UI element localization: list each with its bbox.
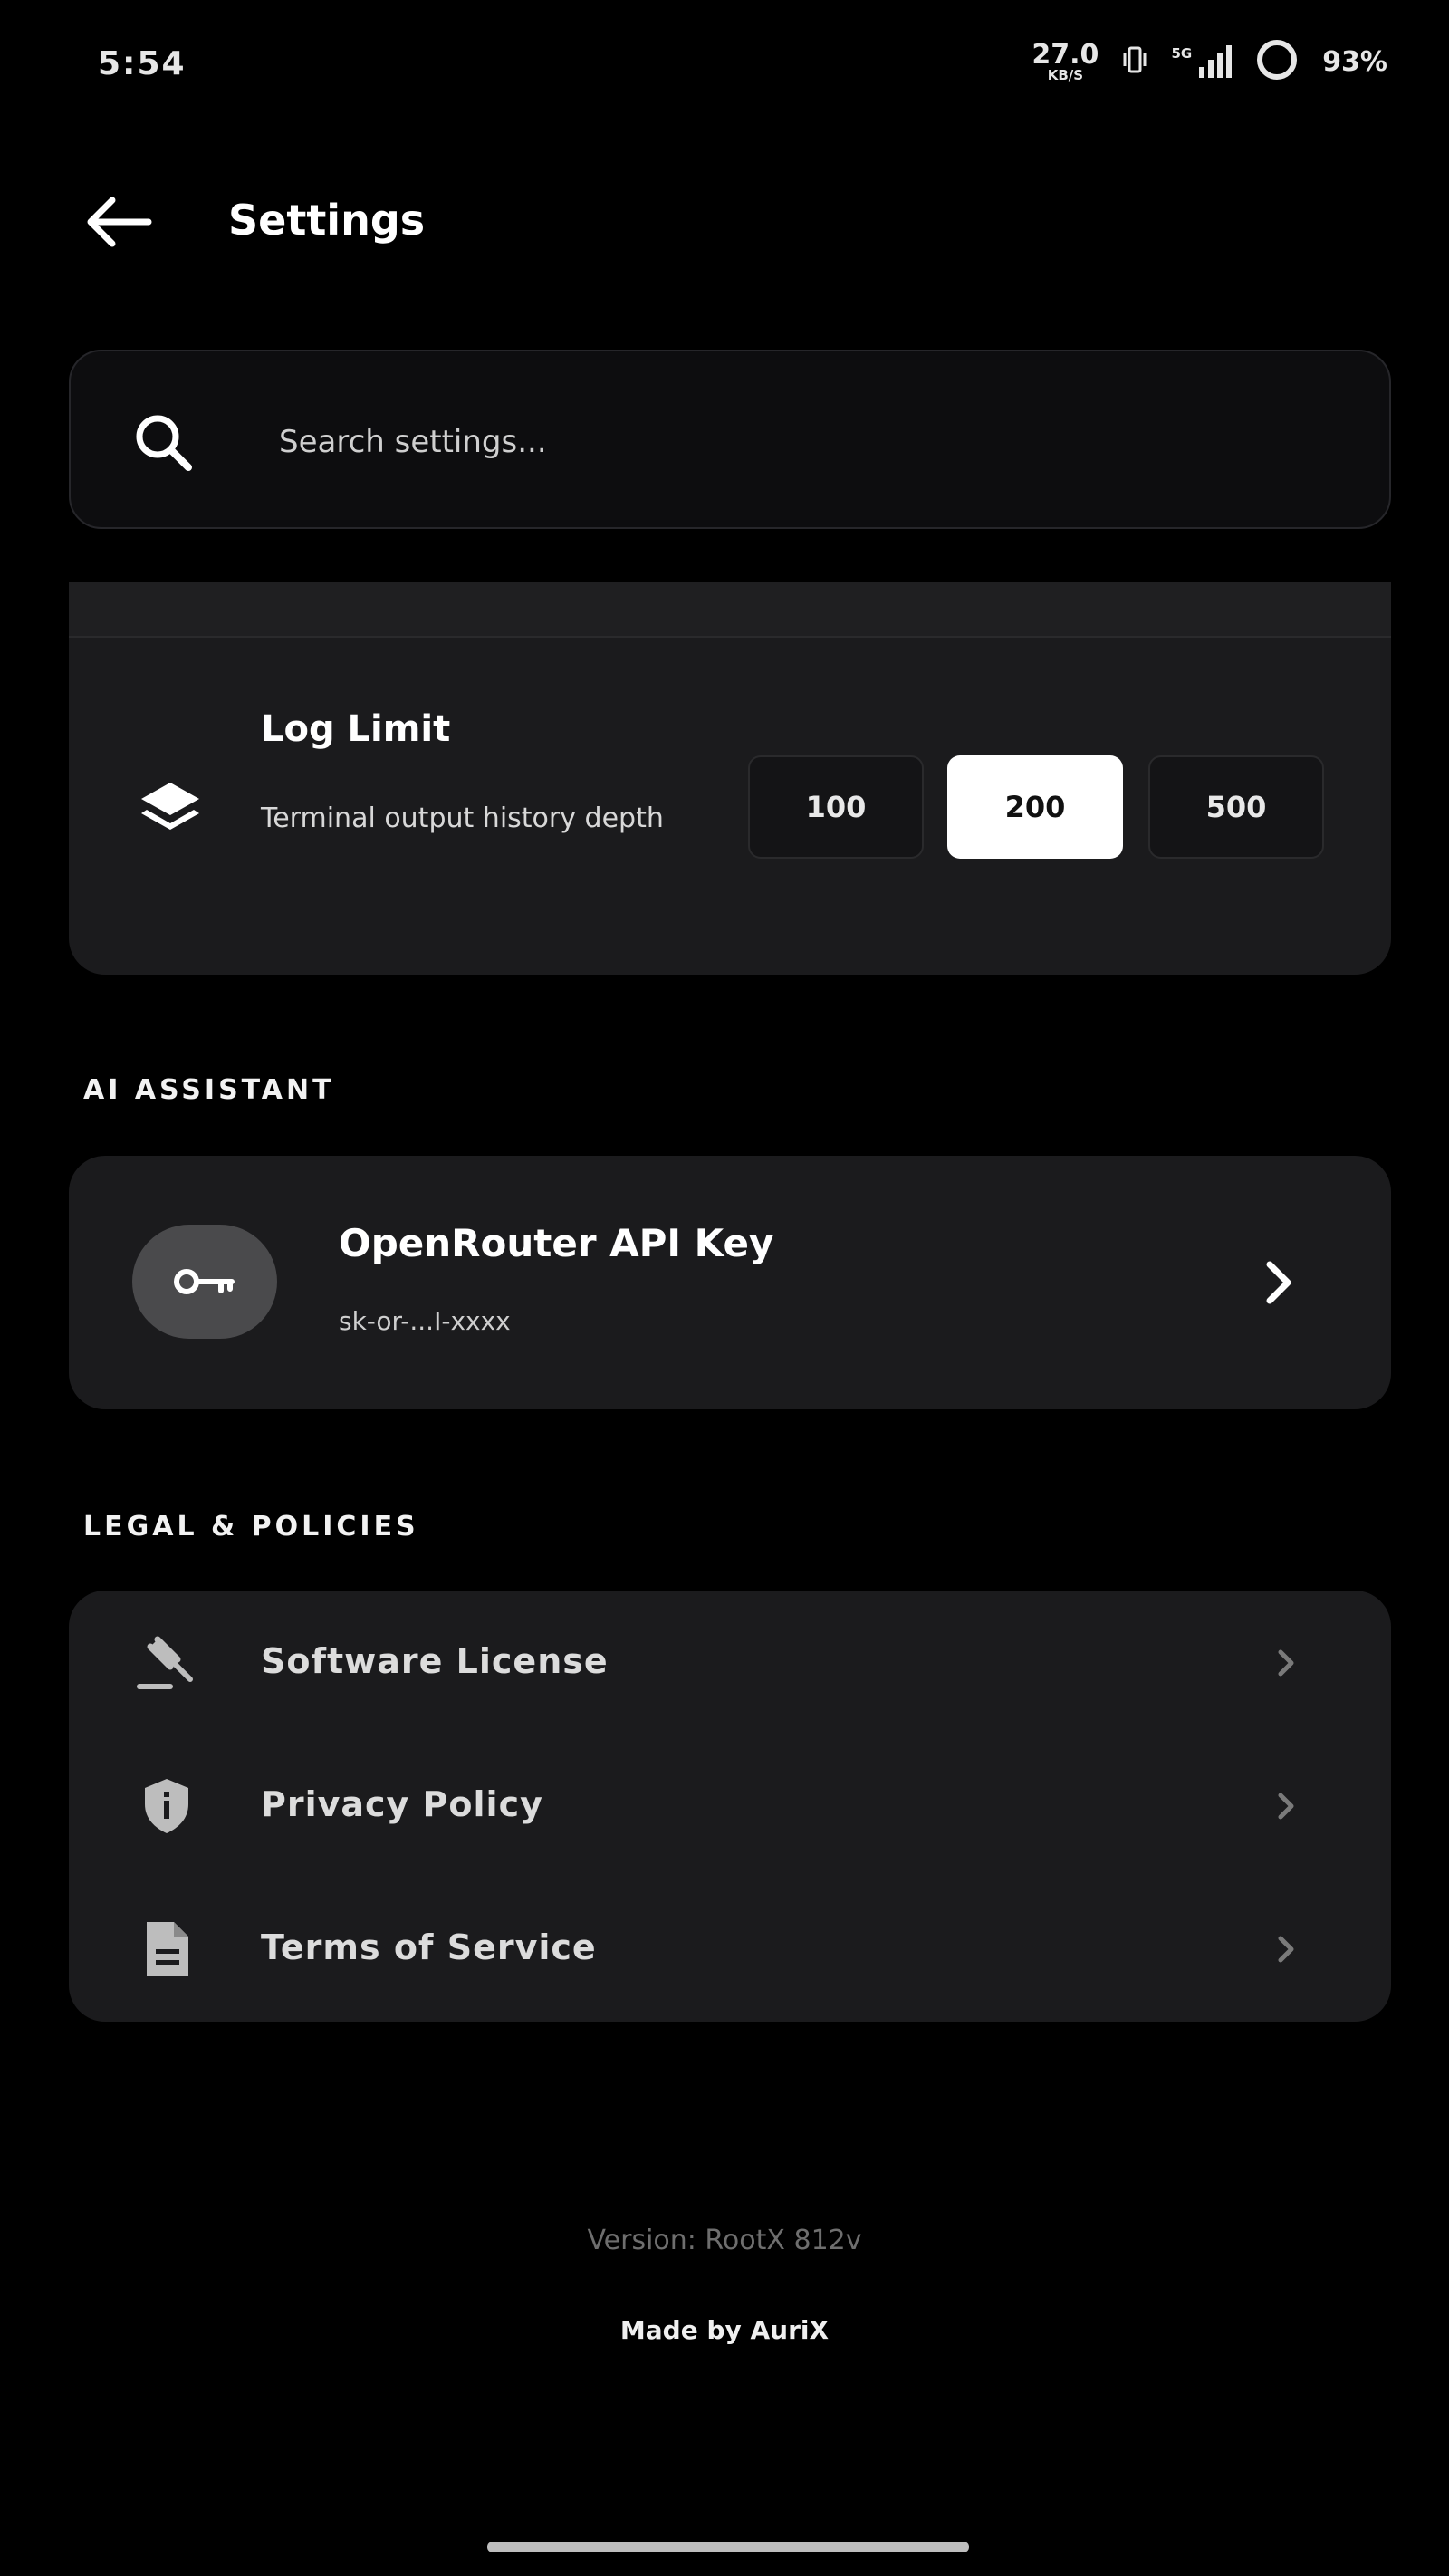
legal-item-privacy-policy[interactable]: Privacy Policy (69, 1734, 1391, 1879)
battery-ring-icon (1255, 38, 1299, 85)
legal-item-label: Terms of Service (261, 1927, 597, 1967)
section-label-ai-assistant: AI ASSISTANT (83, 1074, 335, 1106)
signal-label: 5G (1171, 45, 1193, 62)
log-limit-option-500[interactable]: 500 (1148, 755, 1324, 859)
cellular-signal-icon: 5G (1171, 45, 1233, 78)
status-bar: 5:54 27.0 KB/S 5G 93% (0, 0, 1449, 127)
back-button[interactable] (72, 186, 163, 258)
legal-item-software-license[interactable]: Software License (69, 1591, 1391, 1735)
chevron-right-icon (1278, 1936, 1294, 1963)
chevron-right-icon (1278, 1649, 1294, 1677)
key-avatar (132, 1225, 277, 1339)
legal-card: Software License Privacy Policy Terms of… (69, 1591, 1391, 2022)
vibrate-icon (1122, 44, 1147, 79)
document-icon (147, 1922, 188, 1976)
log-limit-card: Log Limit Terminal output history depth … (69, 582, 1391, 975)
search-placeholder: Search settings... (279, 424, 547, 460)
previous-card-divider (69, 582, 1391, 638)
legal-item-label: Privacy Policy (261, 1784, 543, 1824)
settings-screen: 5:54 27.0 KB/S 5G 93% Settings Search se… (0, 0, 1449, 2576)
log-limit-option-200[interactable]: 200 (947, 755, 1123, 859)
gavel-icon (137, 1636, 193, 1689)
chevron-right-icon (1278, 1793, 1294, 1820)
arrow-left-icon (87, 197, 152, 247)
search-icon (136, 415, 192, 471)
key-icon (174, 1269, 235, 1294)
network-speed-value: 27.0 (1032, 38, 1099, 71)
network-speed: 27.0 KB/S (1032, 38, 1099, 83)
legal-item-label: Software License (261, 1641, 609, 1681)
app-header: Settings (0, 172, 1449, 272)
layers-icon (141, 783, 199, 830)
log-limit-title: Log Limit (261, 708, 451, 750)
log-limit-description: Terminal output history depth (261, 803, 664, 834)
shield-info-icon (145, 1779, 188, 1833)
battery-percent: 93% (1322, 45, 1387, 78)
made-by-credit: Made by AuriX (619, 2315, 830, 2345)
openrouter-api-key-item[interactable]: OpenRouter API Key sk-or-...I-xxxx (69, 1156, 1391, 1409)
legal-item-terms-of-service[interactable]: Terms of Service (69, 1877, 1391, 2022)
network-speed-unit: KB/S (1047, 66, 1084, 83)
page-title: Settings (228, 196, 426, 245)
home-indicator[interactable] (487, 2542, 969, 2552)
app-version: Version: RootX 812v (587, 2225, 862, 2256)
search-input[interactable]: Search settings... (69, 350, 1391, 529)
api-key-value: sk-or-...I-xxxx (339, 1306, 511, 1336)
status-time: 5:54 (98, 45, 187, 82)
api-key-title: OpenRouter API Key (339, 1221, 774, 1265)
log-limit-option-100[interactable]: 100 (748, 755, 924, 859)
chevron-right-icon (1266, 1261, 1291, 1304)
section-label-legal: LEGAL & POLICIES (83, 1511, 419, 1543)
status-indicators: 27.0 KB/S 5G 93% (1032, 38, 1387, 85)
